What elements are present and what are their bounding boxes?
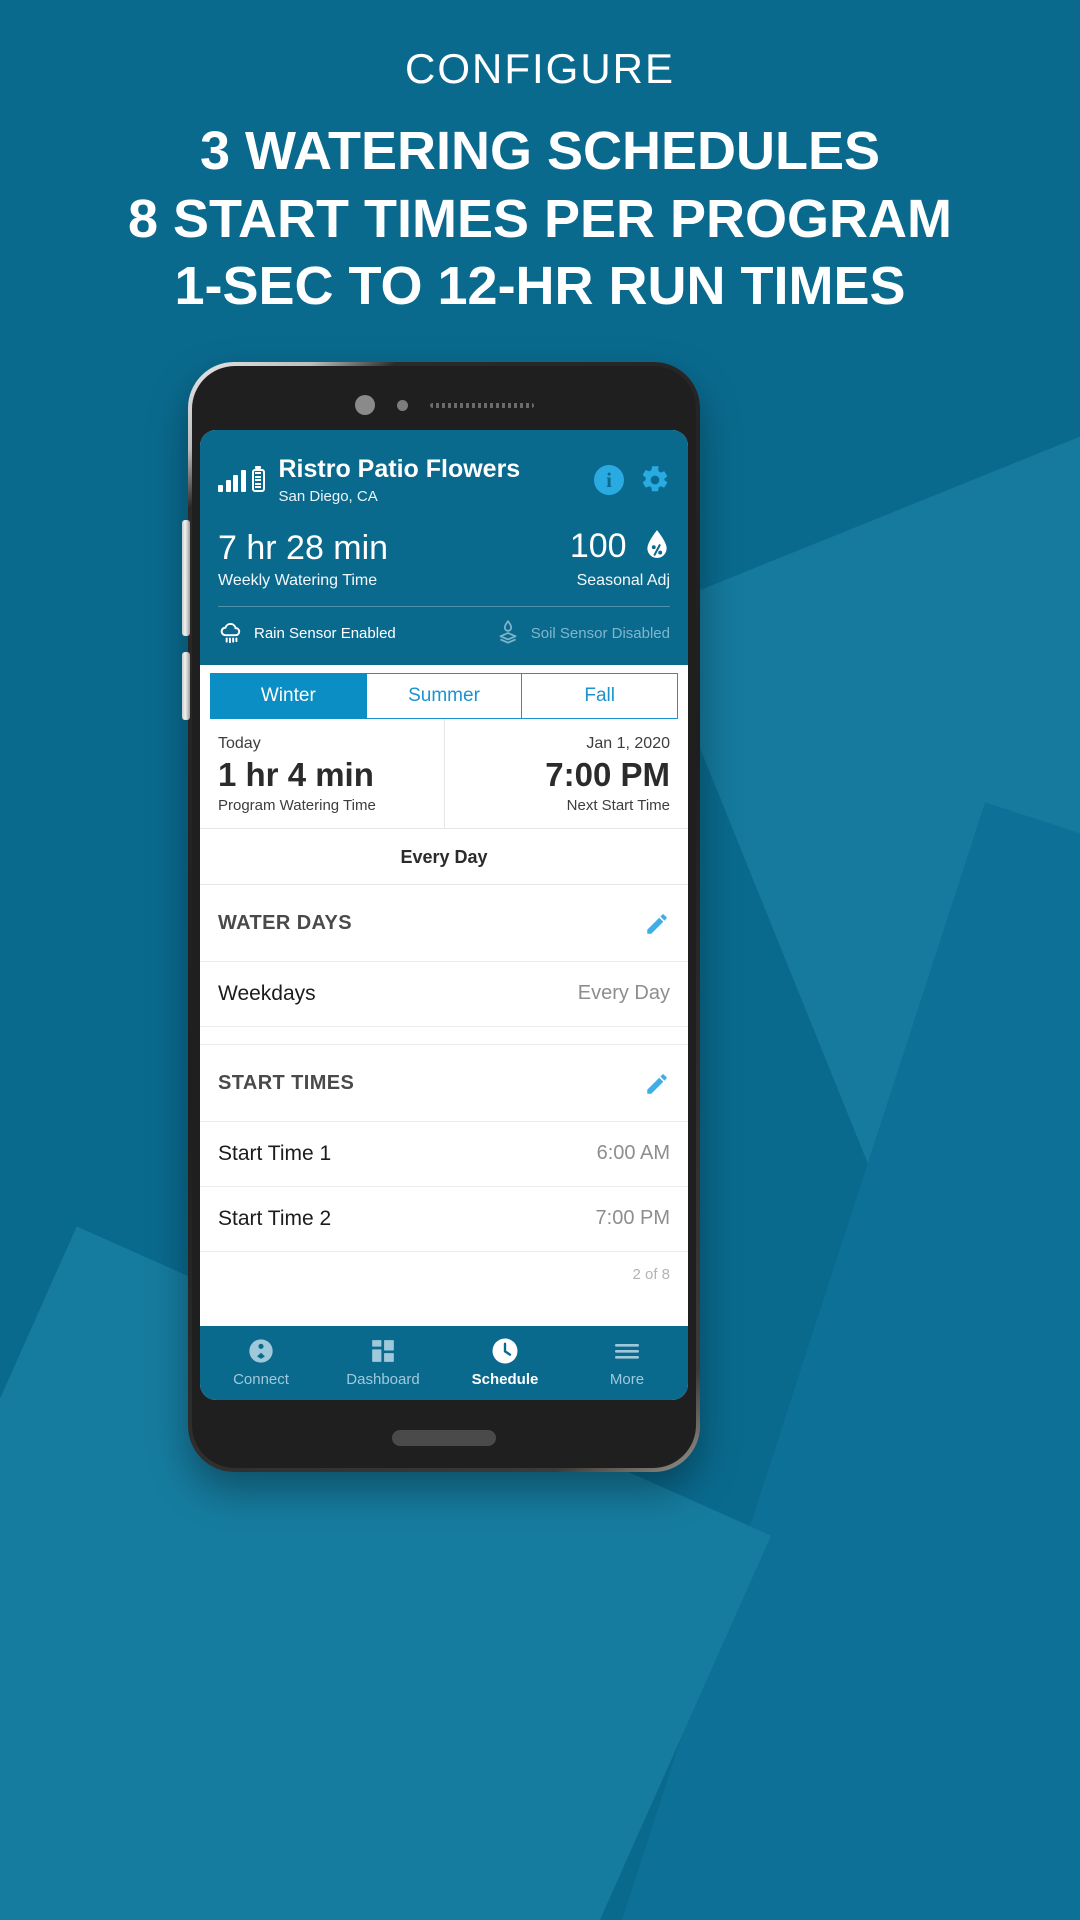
program-next-start: Jan 1, 2020 7:00 PM Next Start Time [445, 719, 689, 828]
app-screen: Ristro Patio Flowers San Diego, CA i 7 h… [200, 430, 688, 1400]
program-watering-caption: Program Watering Time [218, 796, 376, 814]
start-times-title: START TIMES [218, 1072, 355, 1095]
nav-item-schedule[interactable]: Schedule [444, 1336, 566, 1388]
app-titles: Ristro Patio Flowers San Diego, CA [278, 455, 581, 505]
start-times-counter: 2 of 8 [632, 1265, 670, 1283]
program-frequency: Every Day [200, 829, 688, 885]
today-label: Today [218, 735, 261, 753]
start-time-1-value: 6:00 AM [596, 1142, 670, 1165]
tab-summer[interactable]: Summer [366, 673, 523, 720]
header-stats: 7 hr 28 min Weekly Watering Time 100 Sea… [200, 523, 688, 607]
promo-headline-block: CONFIGURE 3 WATERING SCHEDULES 8 START T… [0, 0, 1080, 321]
clock-icon [490, 1336, 520, 1366]
start-time-row-2[interactable]: Start Time 2 7:00 PM [200, 1187, 688, 1252]
battery-icon [251, 468, 265, 492]
season-tabs: Winter Summer Fall [200, 665, 688, 720]
nav-label-dashboard: Dashboard [346, 1371, 420, 1388]
rain-sensor-label: Rain Sensor Enabled [254, 624, 396, 642]
phone-home-indicator [392, 1430, 496, 1446]
start-time-row-1[interactable]: Start Time 1 6:00 AM [200, 1122, 688, 1187]
section-spacer [200, 1026, 688, 1045]
tab-fall[interactable]: Fall [522, 673, 679, 720]
seasonal-adjust-label: Seasonal Adj [576, 572, 670, 590]
weekdays-label: Weekdays [218, 981, 316, 1005]
rain-sensor-status: Rain Sensor Enabled [218, 619, 444, 647]
soil-sensor-label: Soil Sensor Disabled [530, 624, 670, 642]
water-days-row[interactable]: Weekdays Every Day [200, 962, 688, 1027]
nav-label-more: More [609, 1371, 645, 1388]
front-camera-icon [354, 395, 375, 415]
start-times-header: START TIMES [200, 1045, 688, 1122]
weekdays-value: Every Day [577, 982, 670, 1005]
start-times-pencil-icon[interactable] [644, 1071, 670, 1097]
soil-sensor-status: Soil Sensor Disabled [444, 619, 670, 647]
nav-item-more[interactable]: More [566, 1336, 688, 1388]
proximity-sensor-icon [396, 399, 408, 411]
water-days-title: WATER DAYS [218, 912, 353, 935]
connect-avatar-icon [247, 1336, 275, 1366]
gear-icon[interactable] [640, 465, 670, 495]
seasonal-adjust-row: 100 [569, 526, 670, 567]
phone-top-hardware [188, 386, 700, 424]
water-days-header: WATER DAYS [200, 885, 688, 962]
weekly-watering-value: 7 hr 28 min [218, 528, 389, 567]
program-watering-value: 1 hr 4 min [218, 756, 374, 794]
hamburger-menu-icon [613, 1336, 641, 1366]
app-header: Ristro Patio Flowers San Diego, CA i 7 h… [200, 430, 688, 666]
controller-name: Ristro Patio Flowers [278, 455, 521, 483]
start-time-2-value: 7:00 PM [595, 1207, 670, 1230]
tab-winter[interactable]: Winter [210, 673, 367, 720]
water-days-pencil-icon[interactable] [644, 911, 670, 937]
start-time-1-label: Start Time 1 [218, 1141, 332, 1165]
water-drop-percent-icon [644, 529, 670, 567]
promo-kicker: CONFIGURE [405, 45, 675, 92]
seasonal-adjust-stat: 100 Seasonal Adj [569, 526, 670, 591]
promo-line-2: 8 START TIMES PER PROGRAM [127, 188, 953, 249]
seasonal-adjust-value: 100 [569, 526, 627, 565]
nav-item-dashboard[interactable]: Dashboard [322, 1336, 444, 1388]
promo-lines: 3 WATERING SCHEDULES 8 START TIMES PER P… [0, 118, 1080, 321]
next-start-value: 7:00 PM [545, 756, 670, 794]
start-time-2-label: Start Time 2 [218, 1206, 332, 1230]
promo-line-3: 1-SEC TO 12-HR RUN TIMES [174, 256, 906, 317]
content-filler [200, 1282, 688, 1326]
next-start-date: Jan 1, 2020 [586, 735, 670, 753]
phone-volume-button[interactable] [182, 520, 190, 636]
bottom-navigation: Connect Dashboard Schedule More [200, 1326, 688, 1400]
status-icons [218, 468, 265, 492]
nav-label-schedule: Schedule [471, 1371, 539, 1388]
promo-line-1: 3 WATERING SCHEDULES [199, 121, 881, 182]
program-today: Today 1 hr 4 min Program Watering Time [200, 719, 445, 828]
controller-location: San Diego, CA [278, 487, 378, 505]
info-icon[interactable]: i [594, 465, 624, 496]
program-summary: Today 1 hr 4 min Program Watering Time J… [200, 719, 688, 829]
weekly-watering-stat: 7 hr 28 min Weekly Watering Time [218, 528, 570, 591]
sensor-status-row: Rain Sensor Enabled Soil Sensor Disabled [200, 607, 688, 665]
soil-moisture-icon [495, 619, 521, 647]
earpiece-speaker [429, 402, 534, 408]
app-title-row: Ristro Patio Flowers San Diego, CA i [200, 440, 688, 523]
nav-item-connect[interactable]: Connect [200, 1336, 322, 1388]
header-actions: i [594, 465, 670, 496]
dashboard-grid-icon [370, 1336, 396, 1366]
phone-mockup: Ristro Patio Flowers San Diego, CA i 7 h… [182, 362, 700, 1472]
weekly-watering-label: Weekly Watering Time [218, 572, 378, 590]
nav-label-connect: Connect [233, 1371, 289, 1388]
next-start-caption: Next Start Time [566, 796, 670, 814]
rain-cloud-icon [218, 620, 244, 646]
phone-power-button[interactable] [182, 652, 190, 720]
signal-bars-icon [218, 469, 246, 492]
